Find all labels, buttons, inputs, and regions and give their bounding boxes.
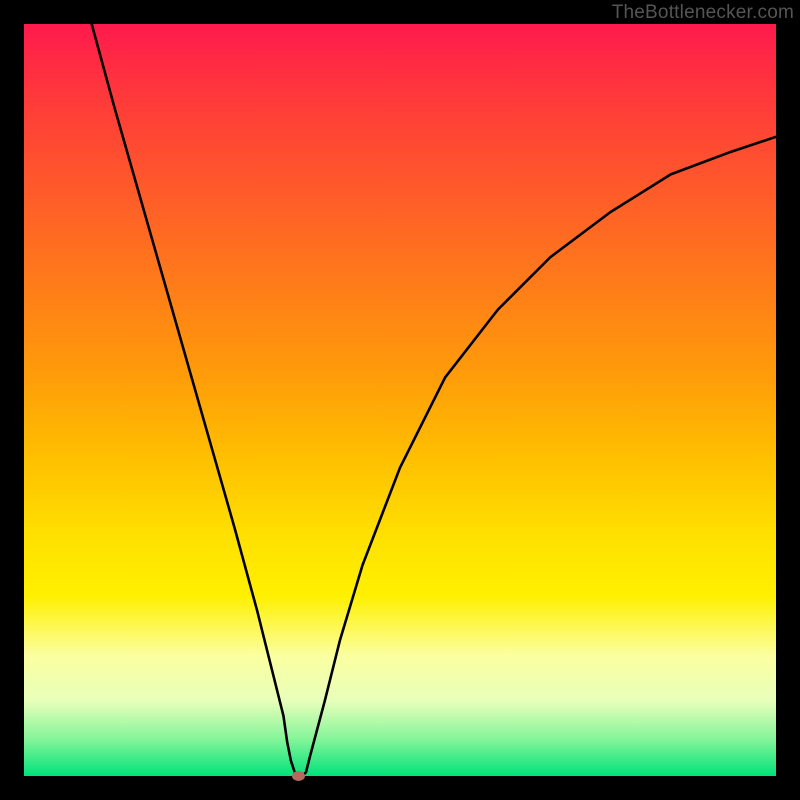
watermark-text: TheBottlenecker.com (612, 2, 794, 24)
bottleneck-curve (92, 24, 776, 776)
optimum-marker (292, 771, 305, 781)
curve-layer (24, 24, 776, 776)
chart-frame: TheBottlenecker.com (0, 0, 800, 800)
